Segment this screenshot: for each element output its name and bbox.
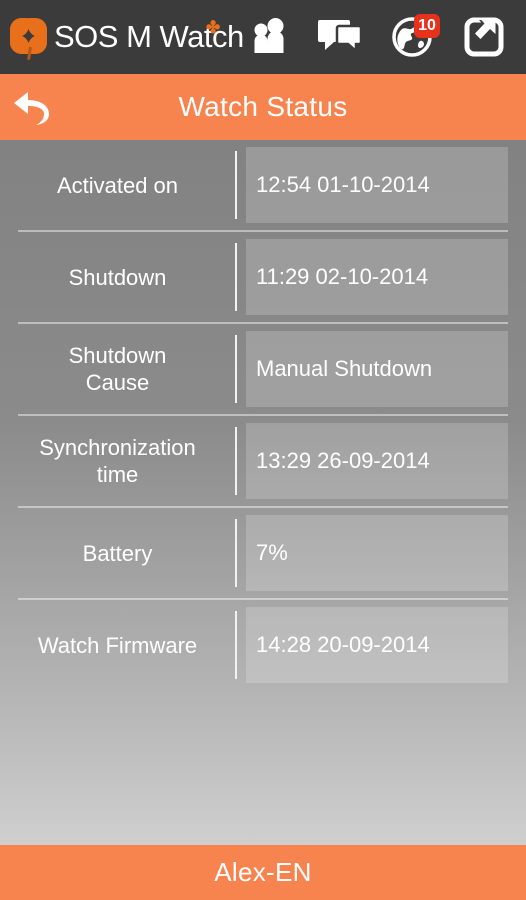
row-value-container: Manual Shutdown bbox=[237, 324, 526, 414]
row-value-container: 13:29 26-09-2014 bbox=[237, 416, 526, 506]
bottom-user-bar[interactable]: Alex-EN bbox=[0, 845, 526, 900]
table-row[interactable]: Activated on 12:54 01-10-2014 bbox=[0, 140, 526, 230]
app-header-icon-group: 10 bbox=[244, 13, 516, 61]
row-label: Shutdown bbox=[68, 264, 167, 290]
messages-icon[interactable] bbox=[316, 13, 364, 61]
row-label: Battery bbox=[82, 540, 153, 566]
table-row[interactable]: Battery 7% bbox=[0, 508, 526, 598]
globe-badge-count: 10 bbox=[414, 14, 440, 38]
table-row[interactable]: Shutdown Cause Manual Shutdown bbox=[0, 324, 526, 414]
row-value: 14:28 20-09-2014 bbox=[246, 607, 508, 683]
table-row[interactable]: Watch Firmware 14:28 20-09-2014 bbox=[0, 600, 526, 690]
row-value: Manual Shutdown bbox=[246, 331, 508, 407]
brand-logo-group[interactable]: SOS M Watch ✤ bbox=[8, 13, 244, 61]
title-bar: Watch Status bbox=[0, 74, 526, 140]
globe-icon[interactable]: 10 bbox=[388, 13, 440, 61]
row-value: 11:29 02-10-2014 bbox=[246, 239, 508, 315]
row-value-container: 7% bbox=[237, 508, 526, 598]
current-user-label: Alex-EN bbox=[214, 857, 312, 887]
row-value: 7% bbox=[246, 515, 508, 591]
row-label: Shutdown Cause bbox=[68, 343, 167, 395]
status-list: Activated on 12:54 01-10-2014 Shutdown 1… bbox=[0, 140, 526, 845]
row-value: 13:29 26-09-2014 bbox=[246, 423, 508, 499]
row-value-container: 14:28 20-09-2014 bbox=[237, 600, 526, 690]
row-label: Watch Firmware bbox=[37, 632, 198, 658]
back-arrow-icon[interactable] bbox=[4, 74, 62, 140]
contacts-icon[interactable] bbox=[244, 13, 292, 61]
row-value-container: 11:29 02-10-2014 bbox=[237, 232, 526, 322]
row-value: 12:54 01-10-2014 bbox=[246, 147, 508, 223]
watch-status-screen: SOS M Watch ✤ 10 Watch Status Activated … bbox=[0, 0, 526, 900]
table-row[interactable]: Synchronization time 13:29 26-09-2014 bbox=[0, 416, 526, 506]
row-value-container: 12:54 01-10-2014 bbox=[237, 140, 526, 230]
table-row[interactable]: Shutdown 11:29 02-10-2014 bbox=[0, 232, 526, 322]
clover-logo-icon bbox=[8, 13, 52, 61]
row-label: Activated on bbox=[56, 172, 179, 198]
page-title: Watch Status bbox=[178, 91, 348, 122]
brand-name: SOS M Watch ✤ bbox=[54, 19, 244, 55]
app-header-bar: SOS M Watch ✤ 10 bbox=[0, 0, 526, 74]
brand-asterisk-icon: ✤ bbox=[206, 18, 220, 37]
row-label: Synchronization time bbox=[39, 435, 196, 487]
share-location-icon[interactable] bbox=[460, 13, 508, 61]
